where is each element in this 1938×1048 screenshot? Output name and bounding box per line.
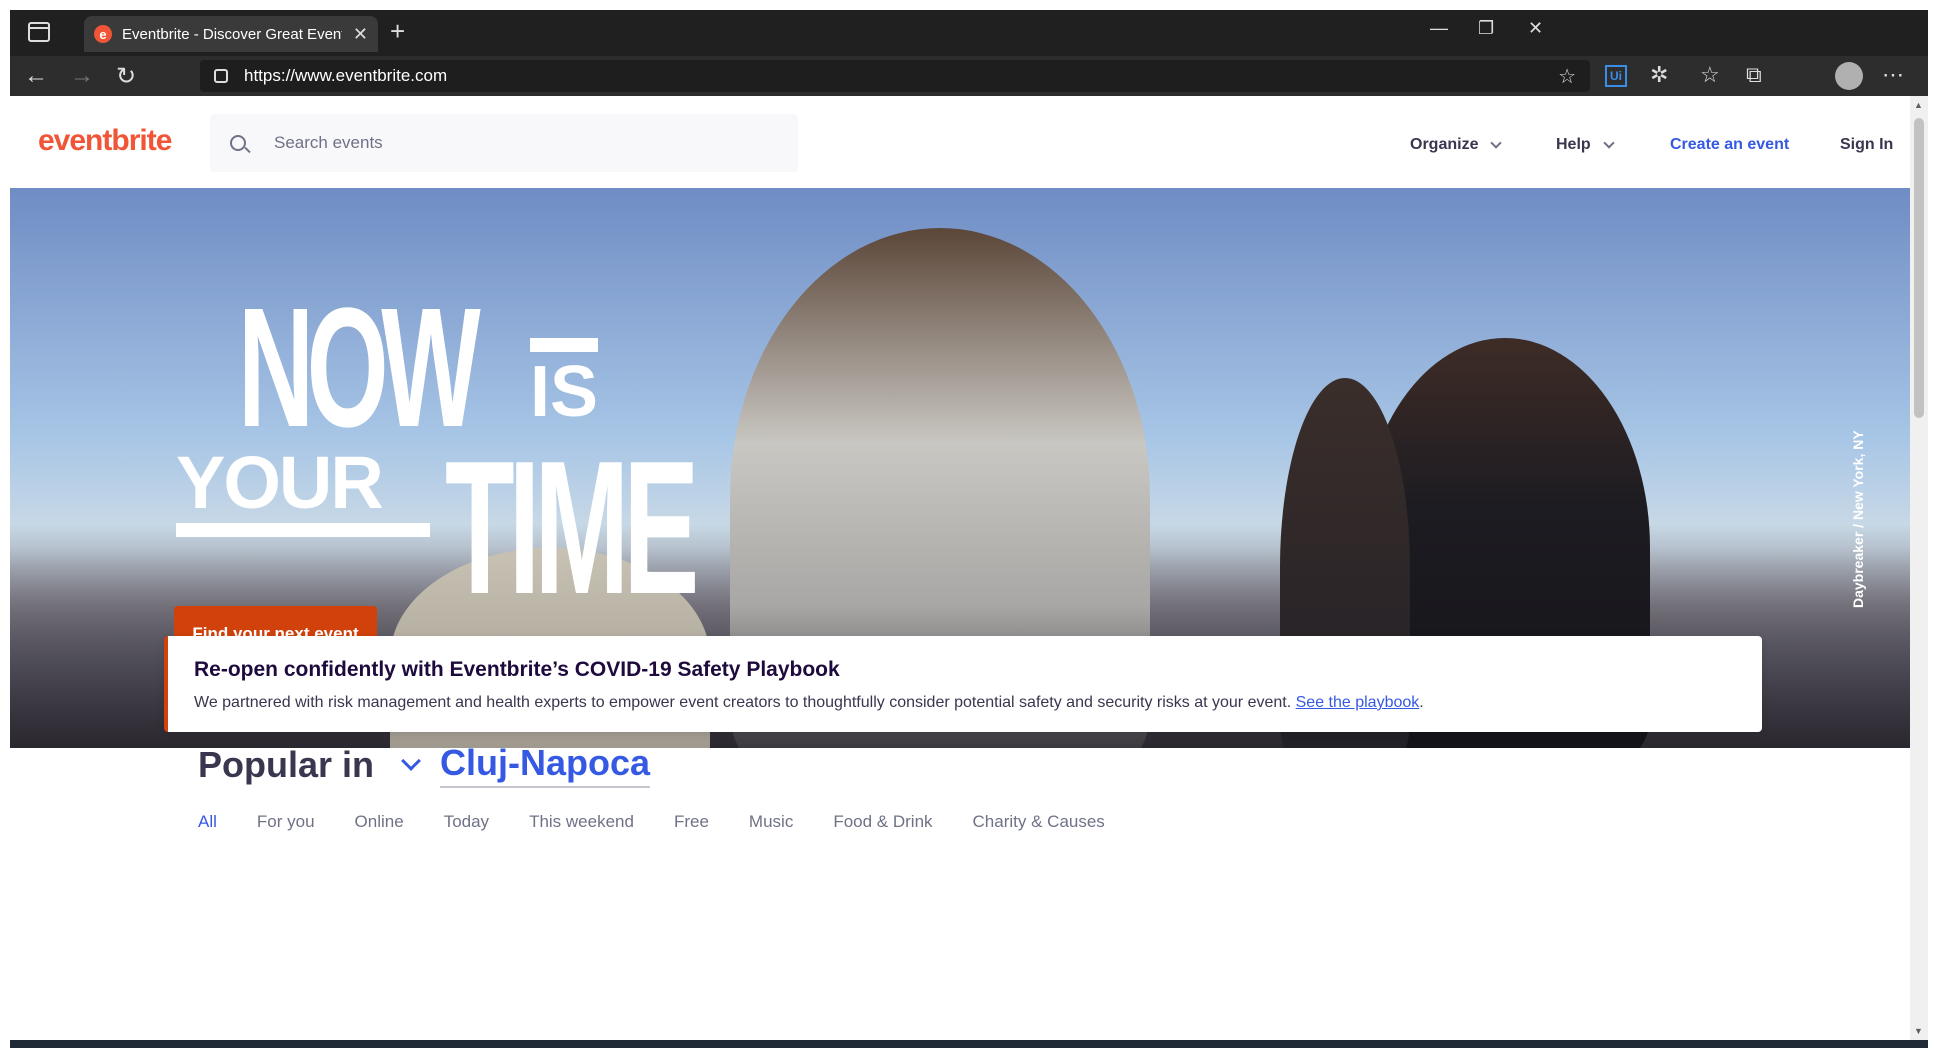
tab-online[interactable]: Online — [355, 812, 404, 832]
collections-icon[interactable]: ⧉ — [1746, 62, 1762, 88]
taskbar — [10, 1040, 1928, 1048]
tab-food-drink[interactable]: Food & Drink — [833, 812, 932, 832]
favorites-icon[interactable]: ☆ — [1700, 62, 1720, 88]
see-playbook-link[interactable]: See the playbook — [1296, 694, 1420, 711]
chevron-down-icon — [1603, 137, 1615, 149]
add-favorite-icon[interactable]: ☆ — [1558, 64, 1576, 89]
tab-all[interactable]: All — [198, 812, 217, 832]
search-input[interactable]: Search events — [210, 114, 798, 172]
hero-title-now: NOW — [238, 273, 481, 463]
new-tab-icon[interactable]: + — [390, 18, 405, 44]
tab-this-weekend[interactable]: This weekend — [529, 812, 634, 832]
search-icon — [230, 135, 246, 151]
extension-uipath-icon[interactable]: Ui — [1605, 65, 1627, 87]
address-bar[interactable]: https://www.eventbrite.com ☆ — [200, 60, 1590, 92]
tab-close-icon[interactable]: ✕ — [353, 24, 368, 45]
scroll-down-icon[interactable]: ▼ — [1914, 1026, 1923, 1036]
notice-body: We partnered with risk management and he… — [194, 694, 1762, 712]
site-header: eventbrite Search events Organize Help C… — [10, 96, 1910, 188]
hero-title-time: TIME — [445, 422, 699, 634]
browser-toolbar: ← → ↻ https://www.eventbrite.com ☆ Ui ✲ … — [10, 56, 1928, 96]
extensions-icon[interactable]: ✲ — [1650, 62, 1668, 88]
organize-menu[interactable]: Organize — [1410, 136, 1503, 154]
web-page: eventbrite Search events Organize Help C… — [10, 96, 1910, 1040]
refresh-icon[interactable]: ↻ — [116, 62, 136, 91]
help-menu[interactable]: Help — [1556, 136, 1615, 154]
page-scrollbar[interactable]: ▲ ▼ — [1910, 96, 1928, 1040]
notice-title: Re-open confidently with Eventbrite’s CO… — [194, 658, 840, 681]
url-text: https://www.eventbrite.com — [244, 66, 448, 85]
hero-title-is: IS — [530, 338, 599, 428]
tab-actions-icon[interactable] — [28, 22, 50, 42]
tab-charity-causes[interactable]: Charity & Causes — [973, 812, 1105, 832]
tab-music[interactable]: Music — [749, 812, 793, 832]
browser-tab[interactable]: e Eventbrite - Discover Great Events ✕ — [84, 16, 378, 52]
scroll-thumb[interactable] — [1914, 118, 1924, 418]
tab-for-you[interactable]: For you — [257, 812, 315, 832]
help-label: Help — [1556, 136, 1591, 153]
tab-free[interactable]: Free — [674, 812, 709, 832]
location-selector[interactable]: Cluj-Napoca — [440, 742, 651, 788]
screen: e Eventbrite - Discover Great Events ✕ +… — [0, 0, 1938, 1048]
minimize-icon[interactable]: — — [1430, 18, 1448, 39]
forward-icon[interactable]: → — [70, 62, 94, 90]
more-options-icon[interactable]: ⋯ — [1882, 62, 1904, 88]
eventbrite-favicon-icon: e — [94, 25, 112, 43]
popular-location-heading: Popular in Cluj-Napoca — [198, 742, 651, 788]
profile-avatar[interactable] — [1835, 62, 1863, 90]
hero-photo-credit: Daybreaker / New York, NY — [1850, 430, 1866, 608]
covid-playbook-notice: Re-open confidently with Eventbrite’s CO… — [164, 636, 1762, 732]
window-close-icon[interactable]: ✕ — [1528, 18, 1543, 39]
hero-title-underline — [176, 523, 430, 537]
organize-label: Organize — [1410, 136, 1479, 153]
lock-icon[interactable] — [214, 69, 228, 83]
sign-in-link[interactable]: Sign In — [1840, 136, 1893, 154]
hero-title-your: YOUR — [176, 441, 384, 524]
search-placeholder: Search events — [274, 133, 383, 152]
notice-period: . — [1419, 694, 1424, 711]
notice-text: We partnered with risk management and he… — [194, 694, 1292, 711]
back-icon[interactable]: ← — [24, 62, 48, 90]
popular-label: Popular in — [198, 744, 375, 785]
browser-tabbar: e Eventbrite - Discover Great Events ✕ +… — [10, 10, 1928, 56]
eventbrite-logo[interactable]: eventbrite — [38, 124, 172, 158]
create-event-link[interactable]: Create an event — [1670, 136, 1789, 154]
tab-title: Eventbrite - Discover Great Events — [122, 25, 342, 43]
scroll-up-icon[interactable]: ▲ — [1914, 100, 1923, 110]
tab-today[interactable]: Today — [444, 812, 489, 832]
restore-icon[interactable]: ❐ — [1478, 18, 1494, 39]
chevron-down-icon[interactable] — [401, 751, 421, 771]
chevron-down-icon — [1490, 137, 1503, 149]
category-tabs: All For you Online Today This weekend Fr… — [198, 812, 1145, 832]
